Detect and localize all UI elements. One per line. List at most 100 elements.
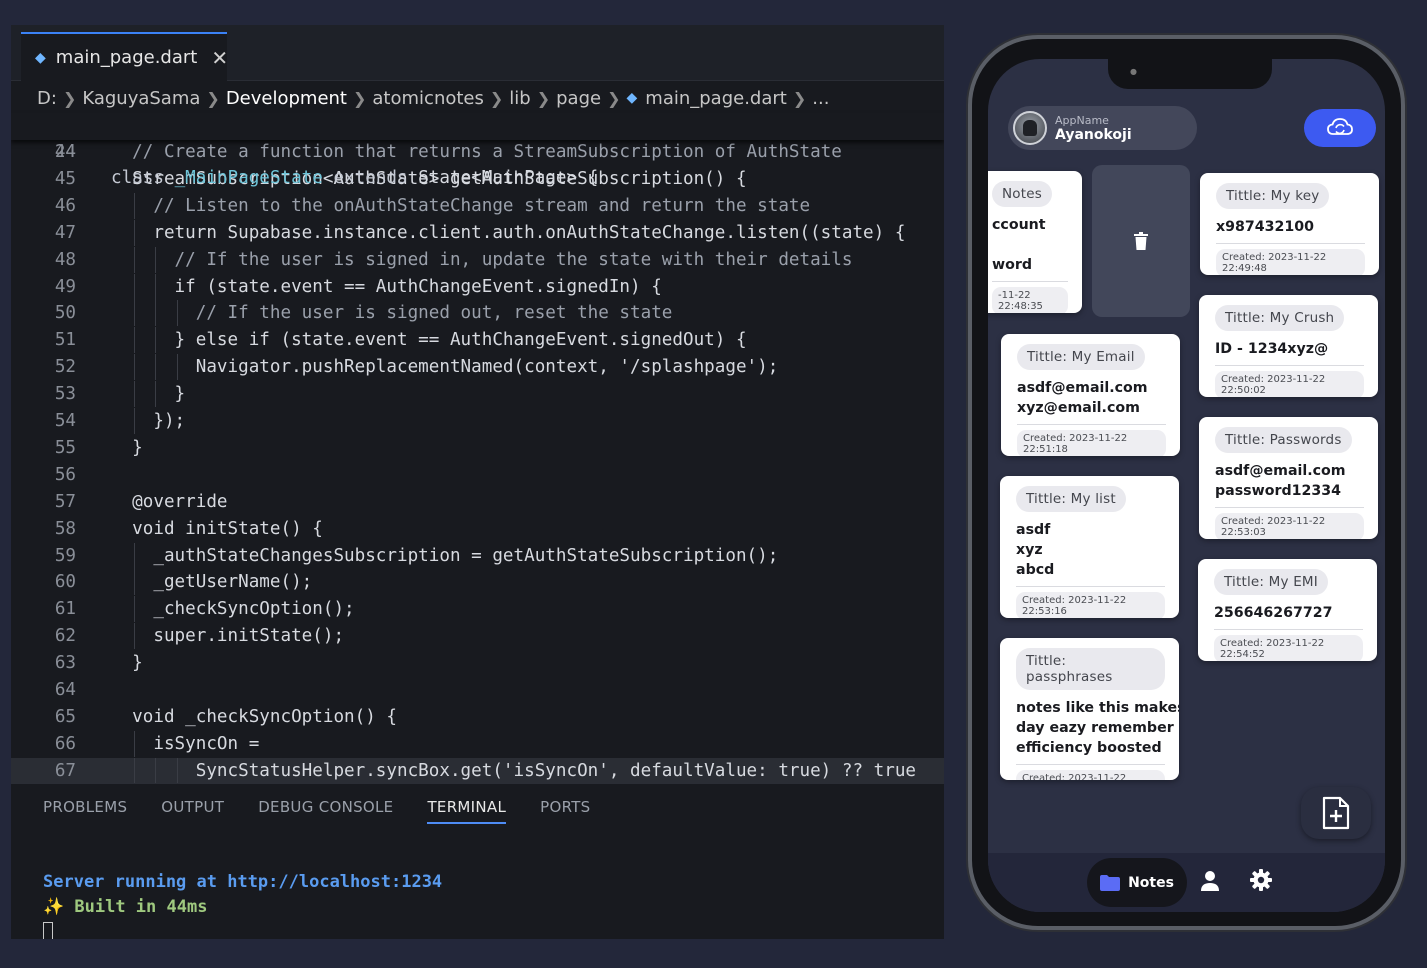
code-token: _MainPageState <box>174 168 323 188</box>
code-line[interactable]: 57 @override <box>11 489 944 515</box>
code-line[interactable]: 53 } <box>11 381 944 408</box>
line-number: 62 <box>54 626 76 647</box>
bottom-panel: PROBLEMS OUTPUT DEBUG CONSOLE TERMINAL P… <box>11 783 944 939</box>
code-line[interactable]: 58 void initState() { <box>11 516 944 542</box>
code-line[interactable]: 55 } <box>11 435 944 461</box>
nav-notes[interactable]: Notes <box>1087 858 1187 907</box>
code-line[interactable]: 44 // Create a function that returns a S… <box>11 139 944 165</box>
breadcrumb-item[interactable]: lib <box>509 88 530 109</box>
delete-swipe-area[interactable] <box>1092 165 1190 317</box>
breadcrumb-item[interactable]: Development <box>226 88 347 109</box>
note-body: asdf@email.com xyz@email.com <box>1017 380 1148 416</box>
note-card[interactable]: Tittle: My key x987432100 Created: 2023-… <box>1200 173 1379 275</box>
code-text: // Listen to the onAuthStateChange strea… <box>111 195 811 216</box>
code-line[interactable]: 62 super.initState(); <box>11 623 944 650</box>
code-text: _authStateChangesSubscription = getAuthS… <box>111 545 779 566</box>
line-number: 24 <box>54 142 76 162</box>
note-title-chip: Tittle: My list <box>1016 486 1126 512</box>
code-text: void initState() { <box>111 518 323 539</box>
close-icon[interactable]: ✕ <box>211 46 228 70</box>
code-line[interactable]: 24 class _MainPageState extends State<Ma… <box>11 113 944 188</box>
tab-main-page-dart[interactable]: ◆ main_page.dart ✕ <box>21 32 228 81</box>
chevron-right-icon: ❯ <box>62 88 77 108</box>
tab-ports[interactable]: PORTS <box>540 798 590 824</box>
camera-icon: ● <box>1130 67 1137 76</box>
code-line[interactable]: 63 } <box>11 650 944 676</box>
code-line[interactable]: 56 <box>11 462 944 488</box>
code-token: State<MainPage> <box>418 168 578 188</box>
code-line[interactable]: 52 Navigator.pushReplacementNamed(contex… <box>11 354 944 381</box>
note-card[interactable]: Tittle: My list asdf xyz abcd Created: 2… <box>1000 476 1179 618</box>
tab-label: main_page.dart <box>55 47 198 68</box>
note-title-chip: Notes <box>992 181 1052 207</box>
trash-icon <box>1134 232 1148 250</box>
panel-tabs: PROBLEMS OUTPUT DEBUG CONSOLE TERMINAL P… <box>43 798 591 824</box>
code-editor: ◆ main_page.dart ✕ D: ❯ KaguyaSama ❯ Devel… <box>11 25 944 939</box>
note-created: Created: 2023-11-22 22:50:02 <box>1215 371 1364 397</box>
person-icon <box>1201 871 1219 891</box>
line-number: 60 <box>54 572 76 593</box>
code-line[interactable]: 47 return Supabase.instance.client.auth.… <box>11 219 944 246</box>
note-created: Created: 2023-11-22 22:49:48 <box>1216 249 1365 275</box>
tab-debug-console[interactable]: DEBUG CONSOLE <box>258 798 393 824</box>
sticky-scroll-header[interactable]: 24 class _MainPageState extends State<Ma… <box>11 113 944 188</box>
tab-problems[interactable]: PROBLEMS <box>43 798 127 824</box>
breadcrumb-item[interactable]: ... <box>812 88 829 109</box>
add-note-icon <box>1322 796 1350 830</box>
user-pill[interactable]: AppName Ayanokoji <box>1008 106 1197 150</box>
note-body: notes like this makes day eazy remember … <box>1016 700 1179 756</box>
code-line[interactable]: 54 }); <box>11 408 944 434</box>
breadcrumb-item[interactable]: main_page.dart <box>645 88 787 109</box>
nav-profile[interactable] <box>1200 870 1220 896</box>
phone-notch: ● <box>1108 59 1272 89</box>
sync-button[interactable] <box>1304 109 1376 147</box>
chevron-right-icon: ❯ <box>206 88 220 108</box>
note-card[interactable]: Tittle: My Email asdf@email.com xyz@emai… <box>1001 334 1180 456</box>
tab-output[interactable]: OUTPUT <box>161 798 224 824</box>
add-note-button[interactable] <box>1301 787 1371 839</box>
note-title-chip: Tittle: My Email <box>1017 344 1145 370</box>
code-text: } <box>111 437 143 458</box>
code-line[interactable]: 60 _getUserName(); <box>11 569 944 596</box>
note-card[interactable]: Tittle: Passwords asdf@email.com passwor… <box>1199 417 1378 539</box>
editor-tab-bar: ◆ main_page.dart ✕ <box>11 25 944 81</box>
terminal-line: Server running at http://localhost:1234 <box>43 872 443 892</box>
app-screen: ● AppName Ayanokoji Notes ccount word -1… <box>988 59 1385 912</box>
code-text: } else if (state.event == AuthChangeEven… <box>111 330 747 351</box>
code-line[interactable]: 46 // Listen to the onAuthStateChange st… <box>11 192 944 219</box>
code-line[interactable]: 65 void _checkSyncOption() { <box>11 704 944 730</box>
code-line[interactable]: 59 _authStateChangesSubscription = getAu… <box>11 542 944 569</box>
code-line[interactable]: 61 _checkSyncOption(); <box>11 596 944 623</box>
breadcrumb-item[interactable]: page <box>556 88 601 109</box>
code-line[interactable]: 67 SyncStatusHelper.syncBox.get('isSyncO… <box>11 757 944 784</box>
code-token: { <box>577 168 599 188</box>
breadcrumb-item[interactable]: atomicnotes <box>372 88 483 109</box>
user-name: Ayanokoji <box>1055 127 1132 143</box>
code-line[interactable]: 50 // If the user is signed out, reset t… <box>11 300 944 327</box>
code-line[interactable]: 48 // If the user is signed in, update t… <box>11 246 944 273</box>
note-title-chip: Tittle: Passwords <box>1215 427 1352 453</box>
terminal-output[interactable]: Server running at http://localhost:1234 … <box>43 870 442 939</box>
breadcrumb-item[interactable]: D: <box>37 88 57 109</box>
note-card[interactable]: Tittle: passphrases notes like this make… <box>1000 638 1179 780</box>
nav-settings[interactable] <box>1250 869 1272 895</box>
note-card[interactable]: Tittle: My EMI 256646267727 Created: 202… <box>1198 559 1377 661</box>
note-card-swiped[interactable]: Notes ccount word -11-22 22:48:35 <box>988 171 1082 313</box>
note-created: -11-22 22:48:35 <box>992 287 1068 313</box>
code-line[interactable]: 49 if (state.event == AuthChangeEvent.si… <box>11 273 944 300</box>
chevron-right-icon: ❯ <box>489 88 504 108</box>
code-line[interactable]: 66 isSyncOn = <box>11 730 944 757</box>
note-card[interactable]: Tittle: My Crush ID - 1234xyz@ Created: … <box>1199 295 1378 397</box>
code-line[interactable]: 51 } else if (state.event == AuthChangeE… <box>11 327 944 354</box>
code-line[interactable]: 64 <box>11 677 944 703</box>
code-text: _checkSyncOption(); <box>111 599 355 620</box>
tab-terminal[interactable]: TERMINAL <box>427 798 507 824</box>
breadcrumb-item[interactable]: KaguyaSama <box>82 88 200 109</box>
code-token: extends <box>322 168 419 188</box>
line-number: 61 <box>54 599 76 620</box>
note-created: Created: 2023-11-22 22:55:09 <box>1016 770 1165 780</box>
code-text: void _checkSyncOption() { <box>111 706 397 727</box>
note-title-chip: Tittle: passphrases <box>1016 648 1165 690</box>
note-body: ID - 1234xyz@ <box>1215 341 1329 357</box>
note-body: word <box>992 257 1033 273</box>
